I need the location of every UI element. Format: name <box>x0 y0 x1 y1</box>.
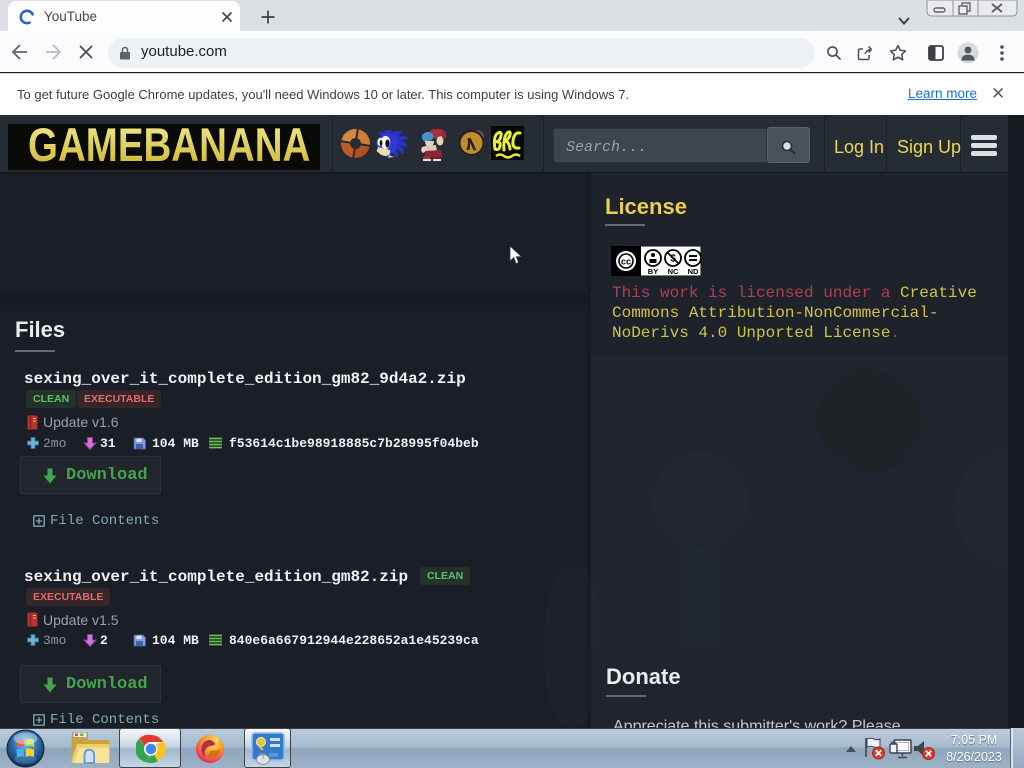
svg-text:BY: BY <box>648 267 658 276</box>
svg-text:ND: ND <box>688 267 699 276</box>
svg-text:cc: cc <box>621 257 631 267</box>
svg-text:NC: NC <box>668 267 679 276</box>
